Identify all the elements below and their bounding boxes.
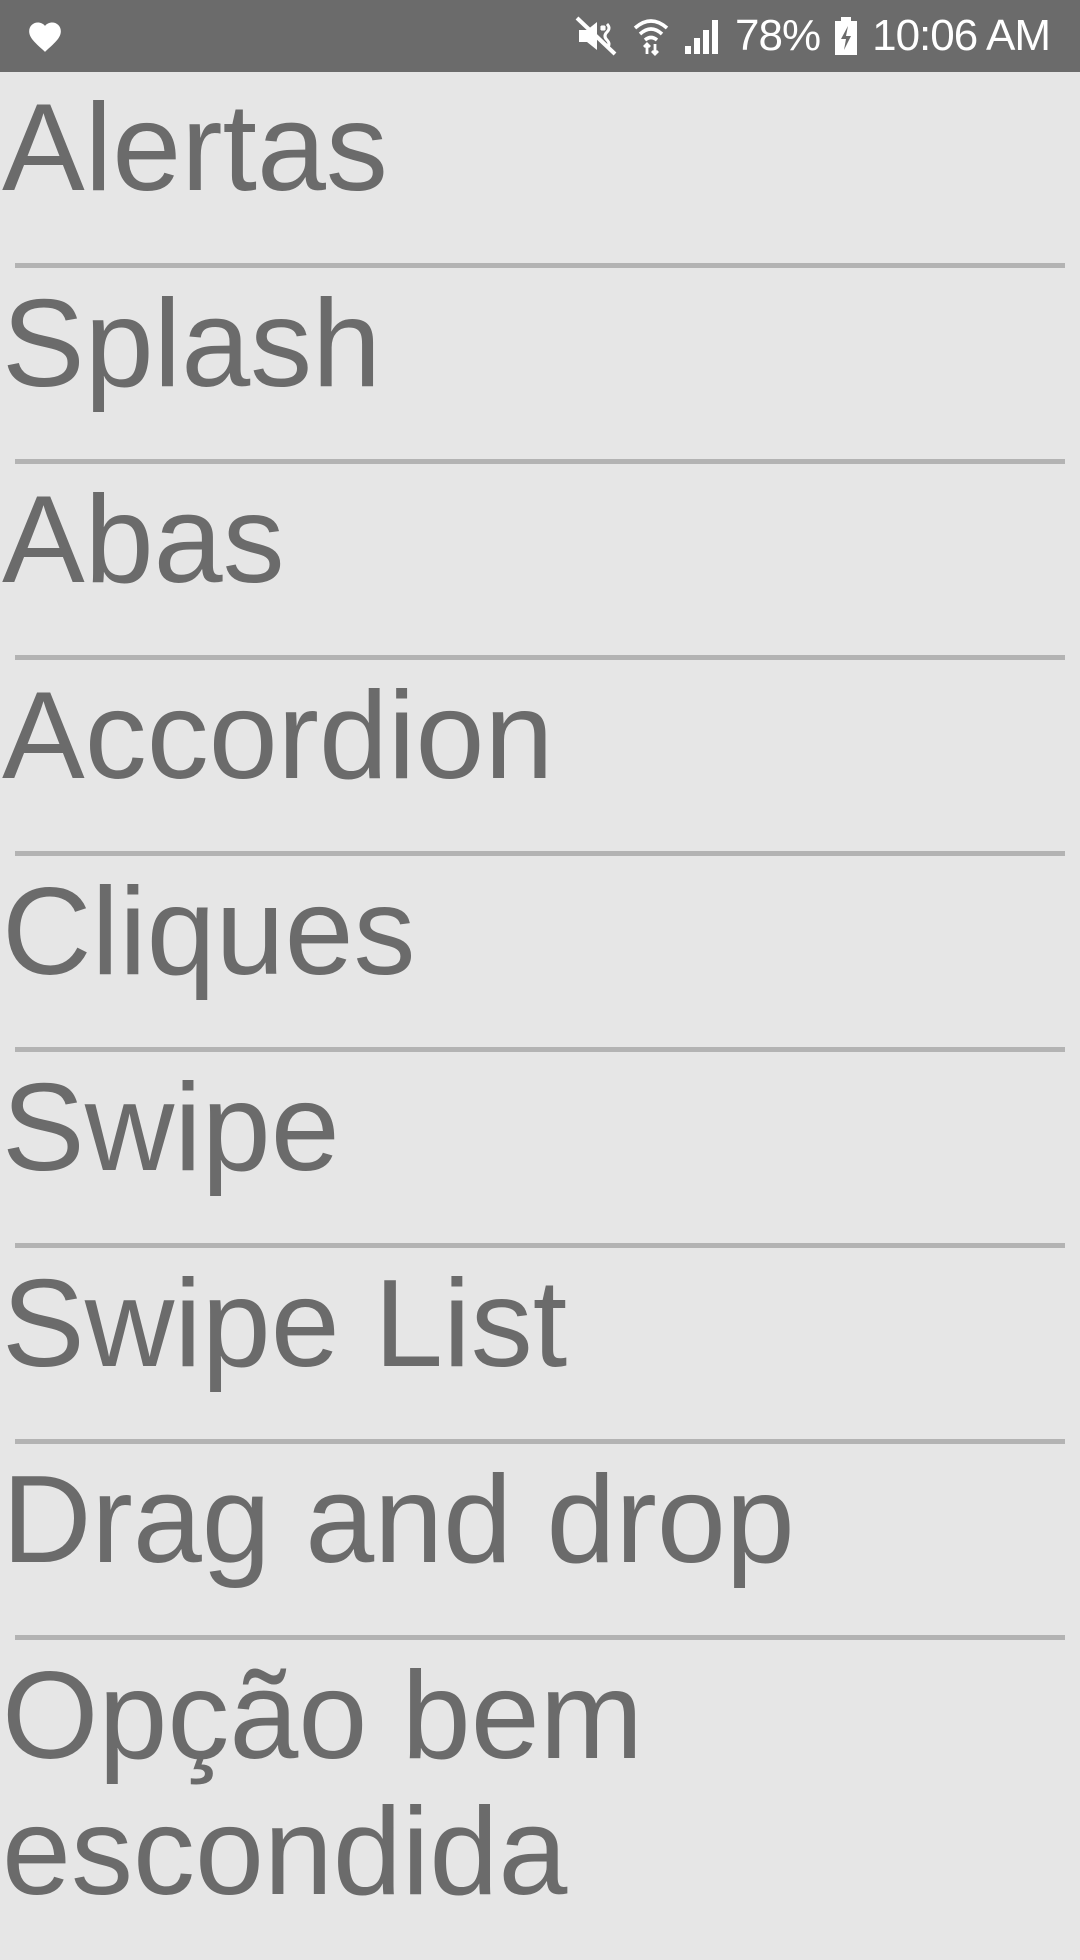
list-item-label: Accordion: [2, 667, 554, 805]
list-item-swipe-list[interactable]: Swipe List: [0, 1248, 1080, 1444]
battery-charging-icon: [835, 17, 858, 55]
list-item-label: Alertas: [2, 79, 388, 217]
list-item-label: Drag and drop: [2, 1451, 795, 1589]
heart-icon: [29, 22, 61, 52]
mute-icon: [575, 16, 617, 56]
list-item-label: Swipe: [2, 1059, 340, 1197]
status-bar: 78% 10:06 AM: [0, 0, 1080, 72]
list-item-label: Abas: [2, 471, 285, 609]
clock: 10:06 AM: [872, 11, 1051, 60]
list-item-cliques[interactable]: Cliques: [0, 856, 1080, 1052]
list-item-label: Splash: [2, 275, 382, 413]
wifi-icon: [633, 19, 669, 56]
signal-icon: [685, 20, 719, 54]
list-item-alertas[interactable]: Alertas: [0, 72, 1080, 268]
list-item-label: Swipe List: [2, 1255, 568, 1393]
list-item-label: Cliques: [2, 863, 416, 1001]
list-item-opcao-bem-escondida[interactable]: Opção bem escondida: [0, 1640, 1080, 1960]
list-item-label: Opção bem escondida: [2, 1647, 644, 1921]
list-item-drag-and-drop[interactable]: Drag and drop: [0, 1444, 1080, 1640]
list-item-abas[interactable]: Abas: [0, 464, 1080, 660]
list-item-swipe[interactable]: Swipe: [0, 1052, 1080, 1248]
list-item-splash[interactable]: Splash: [0, 268, 1080, 464]
battery-percent: 78%: [735, 11, 821, 60]
list-item-accordion[interactable]: Accordion: [0, 660, 1080, 856]
menu-list: Alertas Splash Abas Accordion Cliques Sw…: [0, 72, 1080, 1960]
status-icons: 78% 10:06 AM: [575, 0, 1051, 72]
